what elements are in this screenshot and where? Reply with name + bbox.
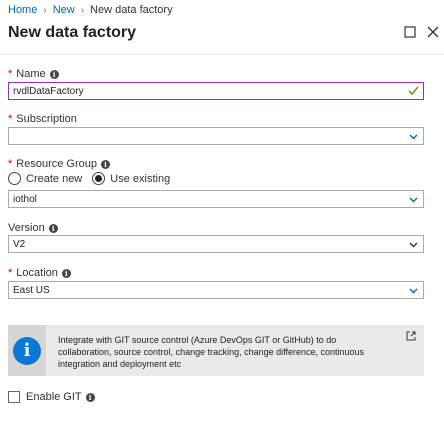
chevron-down-icon xyxy=(409,134,418,140)
breadcrumb-home-link[interactable]: Home xyxy=(8,4,37,16)
subscription-label: * Subscription xyxy=(8,113,77,125)
resource-group-value: iothol xyxy=(13,193,37,205)
info-icon[interactable]: i xyxy=(61,268,71,278)
location-dropdown[interactable]: East US xyxy=(8,281,424,299)
close-icon[interactable] xyxy=(426,25,440,39)
page-title: New data factory xyxy=(8,24,137,41)
name-label: * Name i xyxy=(8,68,59,80)
resource-group-options: Create new Use existing xyxy=(8,172,180,185)
maximize-icon[interactable] xyxy=(403,25,417,39)
create-new-radio[interactable] xyxy=(8,172,21,185)
chevron-down-icon xyxy=(409,288,418,294)
subscription-dropdown[interactable] xyxy=(8,127,424,145)
use-existing-label[interactable]: Use existing xyxy=(110,173,170,185)
info-icon-cell: i xyxy=(8,325,46,376)
git-info-banner: i Integrate with GIT source control (Azu… xyxy=(8,325,424,376)
chevron-right-icon: › xyxy=(43,4,47,16)
breadcrumb-new-link[interactable]: New xyxy=(53,4,75,16)
git-info-text: Integrate with GIT source control (Azure… xyxy=(58,335,365,369)
create-new-label[interactable]: Create new xyxy=(26,173,82,185)
blade-header: New data factory xyxy=(0,17,444,55)
version-label: Version i xyxy=(8,222,58,234)
location-value: East US xyxy=(13,284,50,296)
chevron-right-icon: › xyxy=(80,4,85,16)
resource-group-dropdown[interactable]: iothol xyxy=(8,190,424,208)
chevron-down-icon xyxy=(409,197,418,203)
info-icon[interactable]: i xyxy=(101,159,110,169)
check-icon xyxy=(408,86,419,96)
enable-git-label[interactable]: Enable GIT xyxy=(26,391,82,403)
breadcrumb-current: New data factory xyxy=(90,4,173,16)
info-icon: i xyxy=(13,337,41,365)
version-dropdown[interactable]: V2 xyxy=(8,235,424,253)
enable-git-checkbox[interactable] xyxy=(8,391,20,403)
info-icon[interactable]: i xyxy=(49,69,59,79)
resource-group-label: * Resource Group i xyxy=(8,158,110,170)
version-value: V2 xyxy=(13,238,26,250)
breadcrumb: Home › New › New data factory xyxy=(8,3,173,17)
enable-git-row: Enable GIT i xyxy=(8,391,95,403)
name-input-value: rvdlDataFactory xyxy=(13,85,84,97)
location-label: * Location i xyxy=(8,267,71,279)
info-icon[interactable]: i xyxy=(48,223,58,233)
name-input[interactable]: rvdlDataFactory xyxy=(8,82,424,100)
info-icon[interactable]: i xyxy=(85,392,95,402)
chevron-down-icon xyxy=(409,242,418,248)
external-link-icon[interactable] xyxy=(406,331,416,341)
use-existing-radio[interactable] xyxy=(92,172,106,185)
